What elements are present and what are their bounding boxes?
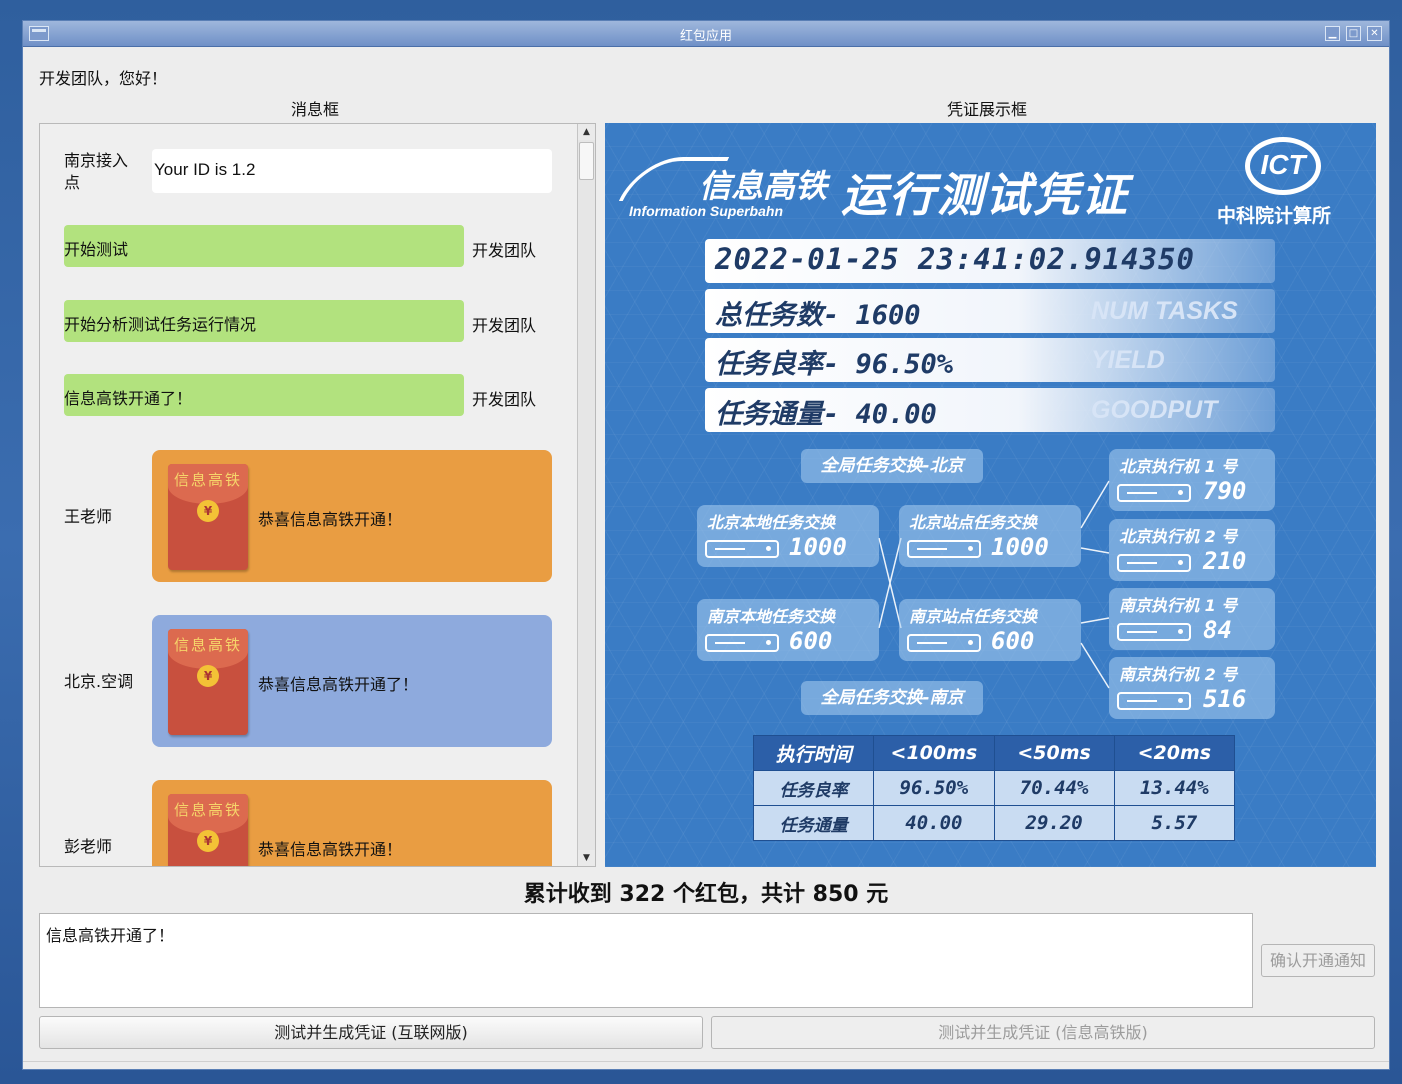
executor-label: 南京执行机 2 号	[1119, 665, 1238, 684]
server-icon	[1117, 623, 1191, 641]
executor-value: 516	[1203, 685, 1247, 713]
red-envelope-icon: 信息高铁 ¥	[168, 794, 248, 866]
executor-value: 84	[1203, 616, 1232, 644]
switch-label: 北京本地任务交换	[707, 513, 836, 532]
switch-node: 北京站点任务交换 1000	[899, 505, 1081, 567]
executor-node: 南京执行机 2 号 516	[1109, 657, 1275, 719]
red-packet-text: 恭喜信息高铁开通！	[258, 840, 403, 859]
sender-name: 南京接入点	[64, 151, 129, 192]
server-icon	[705, 634, 779, 652]
global-switch-nanjing: 全局任务交换-南京	[801, 681, 983, 715]
red-packet-summary: 累计收到 322 个红包，共计 850 元	[523, 882, 889, 907]
table-cell: 70.44%	[993, 770, 1115, 806]
coin-icon: ¥	[197, 665, 219, 687]
message-bubble: 开始分析测试任务运行情况	[64, 300, 464, 342]
switch-node: 南京站点任务交换 600	[899, 599, 1081, 661]
table-header-cell: <100ms	[873, 735, 995, 771]
coin-icon: ¥	[197, 500, 219, 522]
app-window: 红包应用 ▁ □ ✕ 开发团队，您好！ 消息框 凭证展示框 南京接入点 Your…	[22, 20, 1390, 1070]
table-header-cell: <20ms	[1113, 735, 1236, 771]
red-envelope-icon: 信息高铁 ¥	[168, 629, 248, 735]
table-header-cell: <50ms	[993, 735, 1115, 771]
certificate-image: 信息高铁 Information Superbahn 运行测试凭证 ICT 中科…	[605, 123, 1376, 867]
table-cell: 96.50%	[873, 770, 995, 806]
table-header-row: 执行时间 <100ms <50ms <20ms	[752, 735, 1236, 771]
certificate-box-label: 凭证展示框	[947, 100, 1028, 119]
scroll-thumb[interactable]	[579, 142, 594, 180]
window-title: 红包应用	[679, 29, 732, 44]
scroll-up-icon[interactable]: ▲	[578, 124, 595, 140]
global-switch-beijing: 全局任务交换-北京	[801, 449, 983, 483]
message-list[interactable]: 南京接入点 Your ID is 1.2 开始测试 开发团队 开始分析测试任务运…	[39, 123, 596, 867]
scroll-down-icon[interactable]: ▼	[578, 850, 595, 866]
message-bubble: 开始测试	[64, 225, 464, 267]
table-cell: 13.44%	[1113, 770, 1236, 806]
executor-value: 210	[1203, 547, 1247, 575]
message-bubble: 信息高铁开通了！	[64, 374, 464, 416]
generate-internet-certificate-button[interactable]: 测试并生成凭证 (互联网版)	[39, 1016, 703, 1049]
table-row: 任务良率 96.50% 70.44% 13.44%	[752, 770, 1236, 806]
executor-label: 北京执行机 1 号	[1119, 457, 1238, 476]
envelope-title: 信息高铁	[173, 636, 242, 654]
table-cell: 任务通量	[752, 805, 875, 841]
sender-name: 开发团队	[472, 241, 537, 260]
sender-name: 彭老师	[64, 837, 113, 856]
message-box-label: 消息框	[291, 100, 340, 119]
close-button[interactable]: ✕	[1367, 26, 1382, 41]
table-cell: 5.57	[1113, 805, 1236, 841]
red-packet-text: 恭喜信息高铁开通了！	[258, 675, 419, 694]
red-packet-card[interactable]: 信息高铁 ¥ 恭喜信息高铁开通了！	[152, 615, 552, 747]
generate-superbahn-certificate-button[interactable]: 测试并生成凭证 (信息高铁版)	[711, 1016, 1375, 1049]
envelope-title: 信息高铁	[173, 801, 242, 819]
executor-node: 南京执行机 1 号 84	[1109, 588, 1275, 650]
executor-label: 北京执行机 2 号	[1119, 527, 1238, 546]
switch-value: 1000	[789, 533, 847, 561]
sender-name: 王老师	[64, 507, 113, 526]
greeting-text: 开发团队，您好！	[39, 69, 168, 88]
red-packet-card[interactable]: 信息高铁 ¥ 恭喜信息高铁开通！	[152, 780, 552, 866]
executor-node: 北京执行机 1 号 790	[1109, 449, 1275, 511]
switch-node: 北京本地任务交换 1000	[697, 505, 879, 567]
executor-label: 南京执行机 1 号	[1119, 596, 1238, 615]
server-icon	[907, 634, 981, 652]
switch-value: 600	[789, 627, 833, 655]
performance-table: 执行时间 <100ms <50ms <20ms 任务良率 96.50% 70.4…	[752, 735, 1236, 841]
title-bar: 红包应用 ▁ □ ✕	[23, 21, 1389, 47]
minimize-button[interactable]: ▁	[1325, 26, 1340, 41]
red-packet-text: 恭喜信息高铁开通！	[258, 510, 403, 529]
executor-node: 北京执行机 2 号 210	[1109, 519, 1275, 581]
red-envelope-icon: 信息高铁 ¥	[168, 464, 248, 570]
sender-name: 开发团队	[472, 316, 537, 335]
table-row: 任务通量 40.00 29.20 5.57	[752, 805, 1236, 841]
table-cell: 40.00	[873, 805, 995, 841]
confirm-notification-button[interactable]: 确认开通通知	[1261, 944, 1375, 977]
table-cell: 29.20	[993, 805, 1115, 841]
message-input[interactable]: 信息高铁开通了！	[39, 913, 1253, 1008]
switch-label: 北京站点任务交换	[909, 513, 1038, 532]
coin-icon: ¥	[197, 830, 219, 852]
switch-value: 1000	[991, 533, 1049, 561]
envelope-title: 信息高铁	[173, 471, 242, 489]
window-bottom-edge	[23, 1061, 1389, 1069]
maximize-button[interactable]: □	[1346, 26, 1361, 41]
sender-name: 开发团队	[472, 390, 537, 409]
server-icon	[907, 540, 981, 558]
executor-value: 790	[1203, 477, 1247, 505]
server-icon	[1117, 484, 1191, 502]
table-cell: 任务良率	[752, 770, 875, 806]
server-icon	[1117, 692, 1191, 710]
switch-label: 南京站点任务交换	[909, 607, 1038, 626]
switch-value: 600	[991, 627, 1035, 655]
id-message: Your ID is 1.2	[152, 149, 552, 193]
table-header-cell: 执行时间	[752, 735, 875, 771]
switch-node: 南京本地任务交换 600	[697, 599, 879, 661]
switch-label: 南京本地任务交换	[707, 607, 836, 626]
red-packet-card[interactable]: 信息高铁 ¥ 恭喜信息高铁开通！	[152, 450, 552, 582]
message-scrollbar[interactable]: ▲ ▼	[577, 124, 595, 866]
server-icon	[1117, 554, 1191, 572]
server-icon	[705, 540, 779, 558]
sender-name: 北京.空调	[64, 672, 134, 691]
